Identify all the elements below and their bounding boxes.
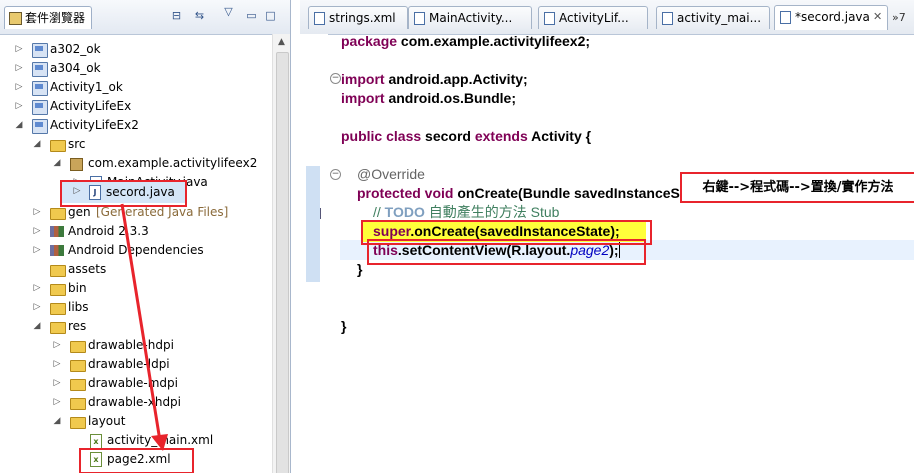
code-text: secord bbox=[421, 128, 475, 144]
annotation-callout: 右鍵-->程式碼-->置換/實作方法 bbox=[680, 172, 914, 203]
java-file-icon bbox=[544, 12, 555, 25]
arrow-secord-to-page2 bbox=[120, 203, 162, 442]
change-ruler bbox=[306, 166, 320, 282]
close-tab-icon[interactable]: ✕ bbox=[873, 6, 882, 28]
tab-label: ActivityLif... bbox=[559, 11, 629, 25]
code-line-close-method[interactable]: } bbox=[357, 260, 362, 279]
code-line-override[interactable]: @Override bbox=[357, 165, 425, 184]
code-text: Activity { bbox=[527, 128, 592, 144]
code-line-import-activity[interactable]: import android.app.Activity; bbox=[341, 70, 528, 89]
tab-secord-java[interactable]: *secord.java ✕ bbox=[774, 5, 888, 30]
editor-tab-bar: strings.xml MainActivity... ActivityLif.… bbox=[300, 0, 914, 35]
comment: // bbox=[373, 204, 385, 220]
annotation-box-setcontentview bbox=[367, 239, 646, 265]
tab-overflow[interactable]: »7 bbox=[892, 11, 906, 24]
tab-label: strings.xml bbox=[329, 11, 396, 25]
code-line-package[interactable]: package com.example.activitylifeex2; bbox=[341, 32, 590, 51]
code-line-close-class[interactable]: } bbox=[341, 317, 346, 336]
tab-label: MainActivity... bbox=[429, 11, 513, 25]
keyword: import bbox=[341, 90, 385, 106]
code-line-class-decl[interactable]: public class secord extends Activity { bbox=[341, 127, 591, 146]
java-file-icon bbox=[780, 11, 791, 24]
code-text: android.os.Bundle; bbox=[384, 90, 517, 106]
code-text: android.app.Activity; bbox=[384, 71, 528, 87]
tab-label: *secord.java bbox=[795, 10, 870, 24]
comment: 自動產生的方法 Stub bbox=[424, 204, 560, 220]
tab-mainactivity[interactable]: MainActivity... bbox=[408, 6, 532, 29]
tab-label: activity_mai... bbox=[677, 11, 762, 25]
tab-strings-xml[interactable]: strings.xml bbox=[308, 6, 408, 29]
keyword: protected void bbox=[357, 185, 454, 201]
keyword: import bbox=[341, 71, 385, 87]
tab-activitylif[interactable]: ActivityLif... bbox=[538, 6, 648, 29]
keyword: extends bbox=[474, 128, 528, 144]
code-text: com.example.activitylifeex2; bbox=[397, 33, 591, 49]
xml-file-icon bbox=[662, 12, 673, 25]
code-text: onCreate(Bundle savedInstanceState) { bbox=[453, 185, 719, 201]
code-line-import-bundle[interactable]: import android.os.Bundle; bbox=[341, 89, 516, 108]
tab-activity-main[interactable]: activity_mai... bbox=[656, 6, 770, 29]
code-line-oncreate[interactable]: protected void onCreate(Bundle savedInst… bbox=[357, 184, 719, 203]
java-file-icon bbox=[414, 12, 425, 25]
keyword: package bbox=[341, 33, 398, 49]
xml-file-icon bbox=[314, 12, 325, 25]
todo-tag: TODO bbox=[384, 204, 425, 220]
keyword: public class bbox=[341, 128, 422, 144]
fold-method-icon[interactable]: − bbox=[330, 169, 341, 180]
arrow-head-page2 bbox=[151, 434, 168, 451]
fold-imports-icon[interactable]: − bbox=[330, 73, 341, 84]
